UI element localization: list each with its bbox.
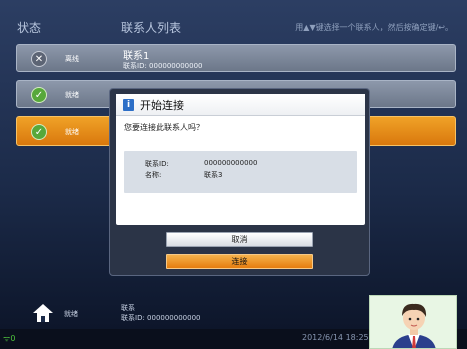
checkmark-icon: ✓ bbox=[31, 124, 47, 140]
connect-button[interactable]: 连接 bbox=[166, 254, 313, 269]
contact-status: 就绪 bbox=[65, 91, 79, 99]
navigation-hint: 用▲▼键选择一个联系人，然后按确定键/↩。 bbox=[295, 23, 453, 32]
contact-status: 就绪 bbox=[65, 128, 79, 136]
start-connection-dialog: i 开始连接 您要连接此联系人吗？ 联系ID: 000000000000 名称:… bbox=[109, 88, 370, 276]
datetime: 2012/6/14 18:25 bbox=[302, 333, 369, 342]
person-avatar-icon bbox=[370, 296, 456, 348]
contact-name-value: 联系3 bbox=[204, 171, 223, 179]
footer-contact-name: 联系 bbox=[121, 304, 135, 312]
contact-row-1[interactable]: ✕ 离线 联系1 联系ID: 000000000000 bbox=[16, 44, 456, 72]
contact-id-label: 联系ID: bbox=[145, 160, 169, 168]
cancel-button[interactable]: 取消 bbox=[166, 232, 313, 247]
contact-name: 联系1 bbox=[123, 51, 150, 62]
contact-status: 离线 bbox=[65, 55, 79, 63]
self-view-video bbox=[369, 295, 457, 349]
wifi-icon: ᯤ0 bbox=[3, 334, 16, 343]
footer-status: 就绪 bbox=[64, 310, 78, 318]
dialog-title: 开始连接 bbox=[140, 99, 184, 112]
contact-name-label: 名称: bbox=[145, 171, 162, 179]
contact-id: 联系ID: 000000000000 bbox=[123, 62, 203, 70]
status-column-header: 状态 bbox=[17, 21, 42, 35]
dialog-content: i 开始连接 您要连接此联系人吗？ 联系ID: 000000000000 名称:… bbox=[116, 94, 365, 225]
home-icon[interactable] bbox=[33, 304, 53, 322]
x-icon: ✕ bbox=[31, 51, 47, 67]
dialog-title-bar: i 开始连接 bbox=[116, 94, 365, 116]
checkmark-icon: ✓ bbox=[31, 87, 47, 103]
footer-contact-id: 联系ID: 000000000000 bbox=[121, 314, 201, 322]
video-conference-screen: 状态 联系人列表 用▲▼键选择一个联系人，然后按确定键/↩。 ✕ 离线 联系1 … bbox=[0, 0, 467, 349]
wifi-label: 0 bbox=[10, 334, 16, 343]
header: 状态 联系人列表 用▲▼键选择一个联系人，然后按确定键/↩。 bbox=[0, 0, 467, 38]
contact-details-box: 联系ID: 000000000000 名称: 联系3 bbox=[124, 151, 357, 193]
contact-list-title: 联系人列表 bbox=[121, 21, 182, 35]
info-icon: i bbox=[123, 99, 134, 111]
contact-id-value: 000000000000 bbox=[204, 159, 258, 167]
dialog-question: 您要连接此联系人吗？ bbox=[124, 123, 204, 132]
